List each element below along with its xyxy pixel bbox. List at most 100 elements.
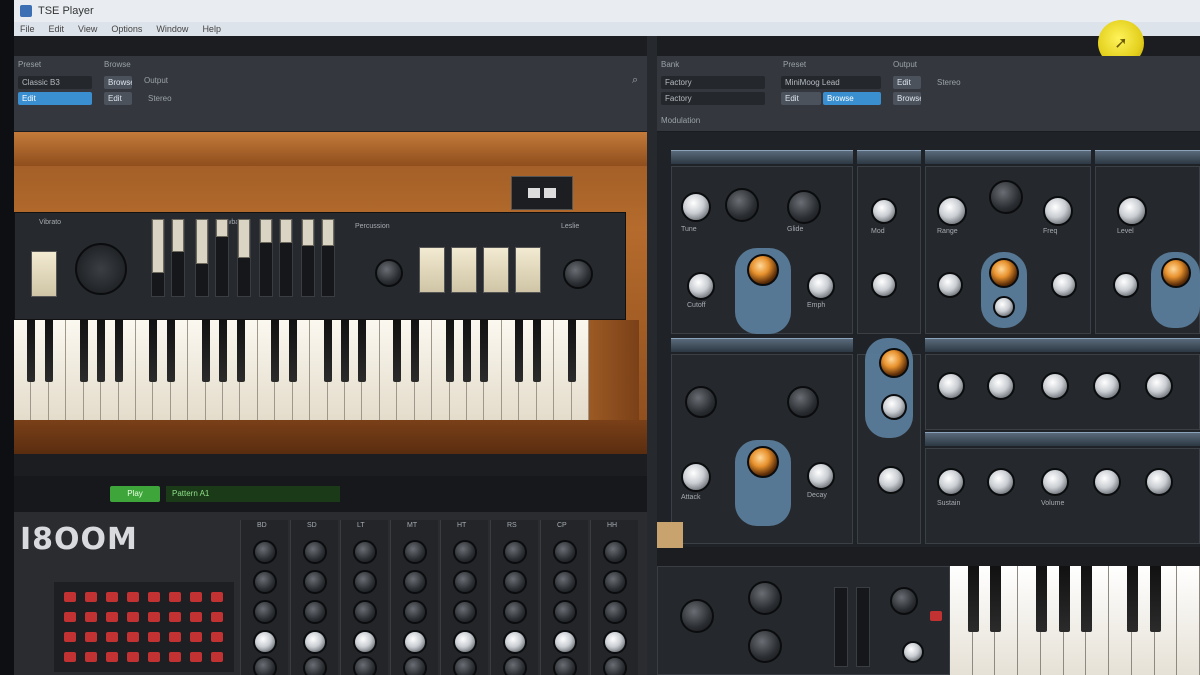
drum-channel-knob[interactable] [353, 570, 377, 594]
drum-channel-knob[interactable] [303, 656, 327, 675]
drum-channel-knob[interactable] [353, 630, 377, 654]
organ-black-key[interactable] [533, 320, 541, 382]
drum-channel-knob[interactable] [453, 600, 477, 624]
drum-pad[interactable] [190, 632, 202, 642]
drum-pad[interactable] [190, 592, 202, 602]
drum-pad[interactable] [85, 612, 97, 622]
synth-knob[interactable] [937, 468, 965, 496]
synth-knob[interactable] [987, 468, 1015, 496]
organ-black-key[interactable] [568, 320, 576, 382]
synth-knob[interactable] [993, 296, 1015, 318]
drum-channel-knob[interactable] [453, 656, 477, 675]
organ-black-key[interactable] [97, 320, 105, 382]
drawbar-1[interactable] [152, 219, 164, 273]
drawbar-7[interactable] [280, 219, 292, 243]
drum-channel-knob[interactable] [553, 570, 577, 594]
drum-play-button[interactable]: Play [110, 486, 160, 502]
synth-black-key[interactable] [1081, 566, 1092, 632]
synth-output-btn-2[interactable]: Browse [893, 92, 921, 105]
leslie-knob[interactable] [563, 259, 593, 289]
synth-knob[interactable] [937, 272, 963, 298]
organ-black-key[interactable] [271, 320, 279, 382]
synth-knob[interactable] [747, 446, 779, 478]
pitch-wheel[interactable] [834, 587, 848, 667]
synth-bottom-knob-1[interactable] [680, 599, 714, 633]
synth-bottom-knob-3[interactable] [748, 629, 782, 663]
perc-rocker-2[interactable] [451, 247, 477, 293]
organ-keyboard[interactable] [14, 320, 589, 420]
drum-channel-knob[interactable] [253, 600, 277, 624]
organ-edit-button[interactable]: Edit [104, 92, 132, 105]
organ-black-key[interactable] [167, 320, 175, 382]
synth-black-key[interactable] [1036, 566, 1047, 632]
drum-pad[interactable] [106, 632, 118, 642]
drum-pad[interactable] [106, 592, 118, 602]
drum-pad[interactable] [211, 592, 223, 602]
drum-pad[interactable] [211, 632, 223, 642]
organ-black-key[interactable] [219, 320, 227, 382]
drum-channel-knob[interactable] [253, 630, 277, 654]
drawbar-4[interactable] [216, 219, 228, 237]
synth-knob[interactable] [937, 196, 967, 226]
drum-channel-knob[interactable] [303, 600, 327, 624]
organ-black-key[interactable] [115, 320, 123, 382]
synth-knob[interactable] [877, 466, 905, 494]
organ-black-key[interactable] [202, 320, 210, 382]
drum-channel-knob[interactable] [503, 570, 527, 594]
synth-knob[interactable] [1093, 468, 1121, 496]
drum-channel-knob[interactable] [603, 656, 627, 675]
drum-channel-knob[interactable] [603, 570, 627, 594]
synth-knob[interactable] [1043, 196, 1073, 226]
organ-black-key[interactable] [393, 320, 401, 382]
organ-black-key[interactable] [237, 320, 245, 382]
organ-mode-button[interactable]: Edit [18, 92, 92, 105]
drawbar-9[interactable] [322, 219, 334, 246]
menu-edit[interactable]: Edit [49, 24, 65, 34]
synth-knob[interactable] [989, 258, 1019, 288]
synth-black-key[interactable] [1059, 566, 1070, 632]
synth-bottom-knob-5[interactable] [902, 641, 924, 663]
synth-black-key[interactable] [968, 566, 979, 632]
drum-channel-knob[interactable] [403, 656, 427, 675]
synth-black-key[interactable] [1150, 566, 1161, 632]
synth-knob[interactable] [871, 198, 897, 224]
organ-black-key[interactable] [480, 320, 488, 382]
drum-channel-knob[interactable] [503, 540, 527, 564]
synth-white-key[interactable] [1177, 566, 1200, 675]
drum-channel-knob[interactable] [503, 630, 527, 654]
synth-output-value[interactable]: Stereo [937, 78, 961, 87]
synth-bottom-knob-2[interactable] [748, 581, 782, 615]
synth-knob[interactable] [687, 272, 715, 300]
drawbar-8[interactable] [302, 219, 314, 246]
synth-knob[interactable] [1041, 372, 1069, 400]
drum-channel-knob[interactable] [503, 656, 527, 675]
organ-preset-switch[interactable] [511, 176, 573, 210]
drum-pad[interactable] [64, 592, 76, 602]
drum-pad[interactable] [64, 612, 76, 622]
synth-knob[interactable] [871, 272, 897, 298]
organ-browse-button[interactable]: Browse [104, 76, 132, 89]
drum-pad[interactable] [211, 612, 223, 622]
drum-channel-knob[interactable] [603, 630, 627, 654]
synth-bank-select-2[interactable]: Factory [661, 92, 765, 105]
drum-channel-knob[interactable] [403, 570, 427, 594]
drum-channel-knob[interactable] [303, 540, 327, 564]
synth-knob[interactable] [1145, 468, 1173, 496]
synth-knob[interactable] [1161, 258, 1191, 288]
drum-channel-knob[interactable] [503, 600, 527, 624]
synth-knob[interactable] [1145, 372, 1173, 400]
organ-output-value[interactable]: Stereo [148, 94, 172, 103]
organ-preset-select[interactable]: Classic B3 [18, 76, 92, 89]
drum-channel-knob[interactable] [403, 600, 427, 624]
drum-channel-knob[interactable] [453, 630, 477, 654]
drawbar-6[interactable] [260, 219, 272, 243]
drum-channel-knob[interactable] [603, 540, 627, 564]
synth-knob[interactable] [681, 192, 711, 222]
organ-black-key[interactable] [27, 320, 35, 382]
organ-search-icon[interactable]: ⌕ [632, 74, 638, 87]
drum-channel-knob[interactable] [303, 570, 327, 594]
drum-pad[interactable] [106, 652, 118, 662]
organ-black-key[interactable] [289, 320, 297, 382]
drawbar-2[interactable] [172, 219, 184, 252]
organ-black-key[interactable] [358, 320, 366, 382]
